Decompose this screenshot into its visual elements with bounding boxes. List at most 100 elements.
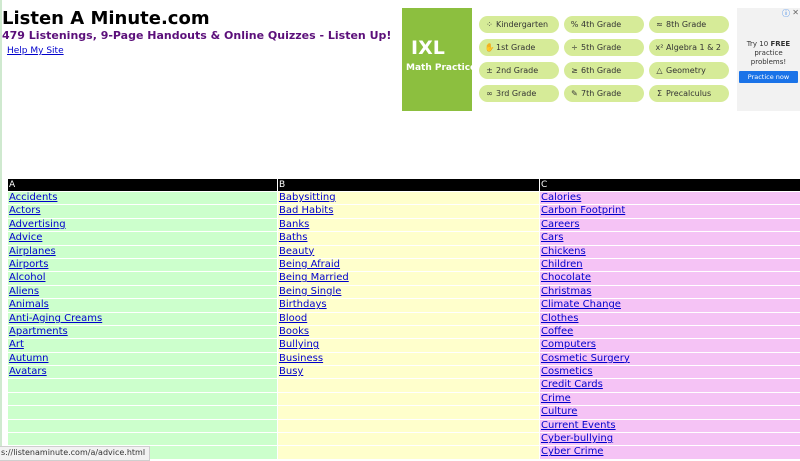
grade-pill-8th[interactable]: ≈8th Grade	[649, 16, 729, 33]
divide-icon: ÷	[571, 43, 578, 52]
topic-link[interactable]: Calories	[541, 192, 581, 203]
topic-cell: Careers	[540, 218, 800, 232]
topic-link[interactable]: Climate Change	[541, 299, 621, 310]
topic-cell: Airplanes	[8, 245, 277, 258]
topic-link[interactable]: Coffee	[541, 326, 573, 337]
grade-pill-label: 6th Grade	[581, 66, 622, 75]
topic-link[interactable]: Blood	[279, 313, 307, 324]
topic-link[interactable]: Alcohol	[9, 272, 45, 283]
topic-link[interactable]: Chickens	[541, 246, 586, 257]
topic-link[interactable]: Baths	[279, 232, 307, 243]
topic-link[interactable]: Animals	[9, 299, 49, 310]
grade-pill-geometry[interactable]: △ Geometry	[649, 62, 729, 79]
topic-link[interactable]: Culture	[541, 406, 577, 417]
grade-pill-label: 2nd Grade	[496, 66, 539, 75]
grade-pill-precalculus[interactable]: Σ Precalculus	[649, 85, 729, 102]
topic-cell	[278, 446, 539, 459]
topic-link[interactable]: Anti-Aging Creams	[9, 313, 102, 324]
topic-cell: Anti-Aging Creams	[8, 312, 277, 325]
topic-cell: Being Single	[278, 285, 539, 299]
topic-link[interactable]: Actors	[9, 205, 41, 216]
topic-cell: Accidents	[8, 192, 277, 205]
grade-pill-label: Precalculus	[666, 89, 712, 98]
topic-cell: Cosmetic Surgery	[540, 352, 800, 366]
topic-link[interactable]: Clothes	[541, 313, 579, 324]
topic-link[interactable]: Bullying	[279, 339, 319, 350]
topic-cell	[278, 392, 539, 406]
topic-link[interactable]: Careers	[541, 219, 580, 230]
pencil-icon: ✎	[571, 89, 578, 98]
topic-link[interactable]: Being Afraid	[279, 259, 340, 270]
topic-link[interactable]: Babysitting	[279, 192, 336, 203]
ixl-ad-banner[interactable]: IXL Math Practice ⁘ Kindergarten % 4th Gra…	[402, 8, 800, 111]
topic-link[interactable]: Busy	[279, 366, 303, 377]
practice-now-button[interactable]: Practice now	[739, 71, 798, 83]
ad-info-icon[interactable]: ⓘ	[782, 8, 790, 19]
ad-side-text: Try 10 FREE practice problems!	[737, 40, 800, 67]
topic-link[interactable]: Current Events	[541, 420, 616, 431]
grade-pill-1st[interactable]: ✋ 1st Grade	[479, 39, 559, 56]
grade-pill-label: Algebra 1 & 2	[666, 43, 722, 52]
topic-cell: Apartments	[8, 325, 277, 339]
column-b-header: B	[278, 179, 539, 191]
grade-pill-algebra[interactable]: x² Algebra 1 & 2	[649, 39, 729, 56]
topic-link[interactable]: Books	[279, 326, 309, 337]
topic-cell: Banks	[278, 218, 539, 232]
topic-cell: Avatars	[8, 366, 277, 379]
ixl-logo[interactable]: IXL Math Practice	[402, 8, 476, 111]
grade-pill-4th[interactable]: % 4th Grade	[564, 16, 644, 33]
topic-link[interactable]: Children	[541, 259, 583, 270]
topic-cell: Calories	[540, 192, 800, 205]
topic-link[interactable]: Bad Habits	[279, 205, 333, 216]
topic-link[interactable]: Cosmetic Surgery	[541, 353, 630, 364]
topic-link[interactable]: Birthdays	[279, 299, 327, 310]
topic-link[interactable]: Beauty	[279, 246, 314, 257]
topic-cell: Advertising	[8, 218, 277, 232]
topic-cell: Babysitting	[278, 192, 539, 205]
ad-side-text-3: practice problems!	[750, 49, 787, 66]
topic-link[interactable]: Cyber-bullying	[541, 433, 613, 444]
column-a-cells: Accidents Actors Advertising Advice Airplane…	[8, 192, 277, 459]
topic-link[interactable]: Carbon Footprint	[541, 205, 625, 216]
topic-link[interactable]: Chocolate	[541, 272, 591, 283]
grade-pill-kindergarten[interactable]: ⁘ Kindergarten	[479, 16, 559, 33]
topic-link[interactable]: Credit Cards	[541, 379, 603, 390]
topic-link[interactable]: Cyber Crime	[541, 446, 603, 457]
topic-cell: Current Events	[540, 419, 800, 433]
topic-cell: Birthdays	[278, 299, 539, 312]
topic-cell: Credit Cards	[540, 379, 800, 392]
topic-link[interactable]: Accidents	[9, 192, 57, 203]
topic-link[interactable]: Aliens	[9, 286, 39, 297]
topic-link[interactable]: Advice	[9, 232, 42, 243]
topic-cell	[8, 433, 277, 446]
topic-link[interactable]: Cars	[541, 232, 563, 243]
topic-link[interactable]: Banks	[279, 219, 309, 230]
topic-link[interactable]: Being Married	[279, 272, 349, 283]
topic-link[interactable]: Avatars	[9, 366, 47, 377]
topic-link[interactable]: Computers	[541, 339, 596, 350]
topic-link[interactable]: Crime	[541, 393, 571, 404]
topic-link[interactable]: Apartments	[9, 326, 68, 337]
topic-cell: Books	[278, 325, 539, 339]
grade-pill-7th[interactable]: ✎ 7th Grade	[564, 85, 644, 102]
sigma-icon: Σ	[656, 89, 663, 98]
topic-link[interactable]: Business	[279, 353, 323, 364]
topic-cell: Chocolate	[540, 272, 800, 285]
topic-link[interactable]: Cosmetics	[541, 366, 593, 377]
topic-cell: Bad Habits	[278, 205, 539, 218]
topic-link[interactable]: Autumn	[9, 353, 49, 364]
topic-link[interactable]: Advertising	[9, 219, 66, 230]
grade-pill-2nd[interactable]: ±2nd Grade	[479, 62, 559, 79]
help-my-site-link[interactable]: Help My Site	[7, 46, 64, 56]
topic-link[interactable]: Airports	[9, 259, 48, 270]
topic-link[interactable]: Being Single	[279, 286, 341, 297]
grade-pill-6th[interactable]: ≥6th Grade	[564, 62, 644, 79]
topic-cell: Climate Change	[540, 299, 800, 312]
ad-close-icon[interactable]: ✕	[792, 8, 799, 17]
topic-link[interactable]: Art	[9, 339, 24, 350]
grade-pill-5th[interactable]: ÷ 5th Grade	[564, 39, 644, 56]
grade-pill-3rd[interactable]: ∞ 3rd Grade	[479, 85, 559, 102]
topic-link[interactable]: Airplanes	[9, 246, 56, 257]
topic-link[interactable]: Christmas	[541, 286, 591, 297]
ad-side-panel[interactable]: ⓘ ✕ Try 10 FREE practice problems! Pract…	[737, 8, 800, 111]
